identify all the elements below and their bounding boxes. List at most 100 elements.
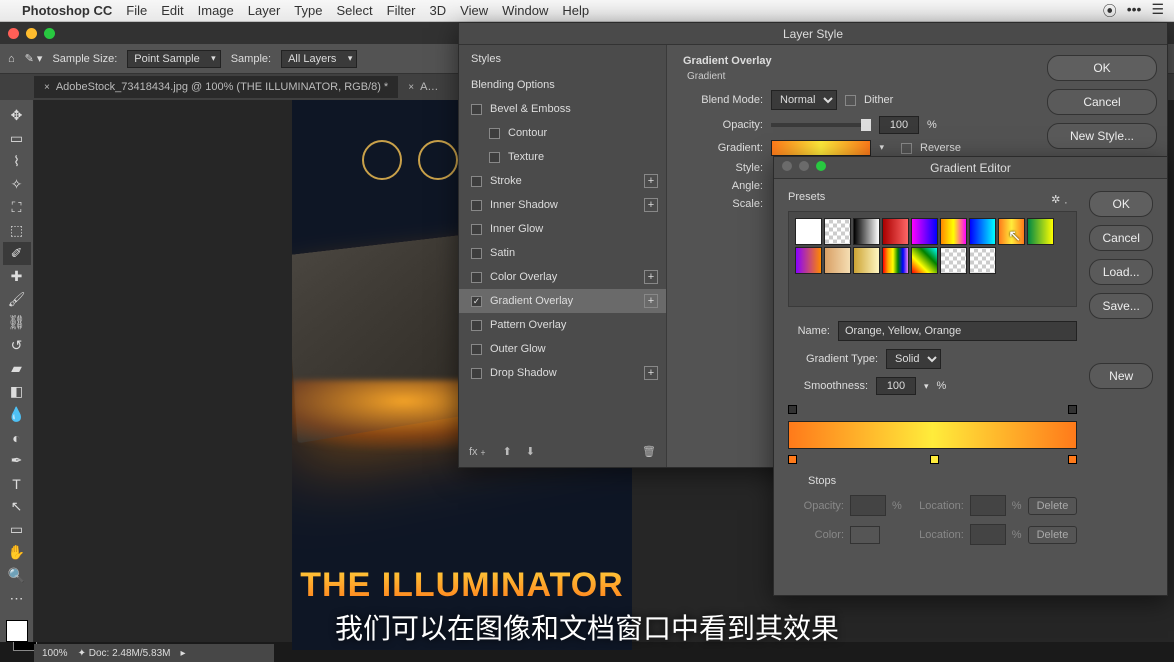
document-tab-active[interactable]: × AdobeStock_73418434.jpg @ 100% (THE IL… — [34, 76, 398, 98]
stop-color-swatch[interactable] — [850, 526, 880, 544]
effect-bevel[interactable]: Bevel & Emboss — [459, 97, 666, 121]
checkbox[interactable] — [471, 104, 482, 115]
checkbox[interactable] — [471, 320, 482, 331]
stop-opacity-input[interactable] — [850, 495, 886, 516]
eraser-tool-icon[interactable]: ▰ — [3, 357, 31, 380]
gradient-tool-icon[interactable]: ◧ — [3, 380, 31, 403]
healing-tool-icon[interactable]: ✚ — [3, 265, 31, 288]
opacity-input[interactable] — [879, 116, 919, 134]
menu-type[interactable]: Type — [294, 3, 322, 18]
list-icon[interactable]: ☰ — [1151, 1, 1164, 21]
preset-swatch[interactable] — [998, 218, 1025, 245]
marquee-tool-icon[interactable]: ▭ — [3, 127, 31, 150]
app-name[interactable]: Photoshop CC — [22, 3, 112, 18]
menu-window[interactable]: Window — [502, 3, 548, 18]
opacity-stop[interactable] — [788, 405, 797, 414]
record-icon[interactable]: ⦿ — [1103, 1, 1117, 21]
menu-file[interactable]: File — [126, 3, 147, 18]
minimize-icon[interactable] — [799, 161, 809, 171]
color-stop[interactable] — [930, 455, 939, 464]
pen-tool-icon[interactable]: ✒ — [3, 449, 31, 472]
close-tab-icon[interactable]: × — [44, 82, 50, 93]
history-brush-tool-icon[interactable]: ↺ — [3, 334, 31, 357]
zoom-tool-icon[interactable]: 🔍 — [3, 564, 31, 587]
cancel-button[interactable]: Cancel — [1089, 225, 1153, 251]
smoothness-input[interactable] — [876, 377, 916, 395]
menu-layer[interactable]: Layer — [248, 3, 281, 18]
add-icon[interactable]: + — [644, 174, 658, 188]
new-button[interactable]: New — [1089, 363, 1153, 389]
blend-mode-select[interactable]: Normal — [771, 90, 837, 110]
checkbox[interactable] — [471, 344, 482, 355]
load-button[interactable]: Load... — [1089, 259, 1153, 285]
preset-swatch[interactable] — [911, 247, 938, 274]
zoom-icon[interactable] — [816, 161, 826, 171]
minimize-window-icon[interactable] — [26, 28, 37, 39]
path-tool-icon[interactable]: ↖ — [3, 495, 31, 518]
dropdown-icon[interactable]: ▾ — [924, 381, 929, 392]
color-stop[interactable] — [788, 455, 797, 464]
checkbox[interactable] — [489, 128, 500, 139]
close-icon[interactable] — [782, 161, 792, 171]
crop-tool-icon[interactable]: ⛶ — [3, 196, 31, 219]
effect-stroke[interactable]: Stroke+ — [459, 169, 666, 193]
dodge-tool-icon[interactable]: ◐ — [3, 426, 31, 449]
lasso-tool-icon[interactable]: ⌇ — [3, 150, 31, 173]
preset-swatch[interactable] — [940, 218, 967, 245]
checkbox[interactable] — [471, 176, 482, 187]
zoom-window-icon[interactable] — [44, 28, 55, 39]
magic-wand-tool-icon[interactable]: ✧ — [3, 173, 31, 196]
preset-swatch[interactable] — [940, 247, 967, 274]
gradient-preview[interactable] — [771, 140, 871, 156]
effect-inner-shadow[interactable]: Inner Shadow+ — [459, 193, 666, 217]
reverse-checkbox[interactable] — [901, 143, 912, 154]
menu-view[interactable]: View — [460, 3, 488, 18]
new-style-button[interactable]: New Style... — [1047, 123, 1157, 149]
preset-swatch[interactable] — [853, 218, 880, 245]
checkbox[interactable] — [471, 248, 482, 259]
checkbox[interactable] — [471, 200, 482, 211]
effect-color-overlay[interactable]: Color Overlay+ — [459, 265, 666, 289]
checkbox[interactable] — [471, 272, 482, 283]
stamp-tool-icon[interactable]: ⛓ — [3, 311, 31, 334]
zoom-level[interactable]: 100% — [42, 648, 68, 659]
delete-stop-button[interactable]: Delete — [1028, 497, 1078, 515]
stop-location-input[interactable] — [970, 524, 1006, 545]
add-icon[interactable]: + — [644, 366, 658, 380]
save-button[interactable]: Save... — [1089, 293, 1153, 319]
menu-filter[interactable]: Filter — [387, 3, 416, 18]
home-icon[interactable]: ⌂ — [8, 53, 15, 65]
preset-swatch[interactable] — [824, 247, 851, 274]
opacity-stop[interactable] — [1068, 405, 1077, 414]
more-icon[interactable]: ••• — [1127, 1, 1142, 21]
preset-swatch[interactable] — [795, 218, 822, 245]
gear-icon[interactable]: ✲﹒ — [1051, 191, 1071, 207]
add-icon[interactable]: + — [644, 270, 658, 284]
shape-tool-icon[interactable]: ▭ — [3, 518, 31, 541]
preset-swatch[interactable] — [969, 218, 996, 245]
effect-satin[interactable]: Satin — [459, 241, 666, 265]
menu-image[interactable]: Image — [198, 3, 234, 18]
effect-inner-glow[interactable]: Inner Glow — [459, 217, 666, 241]
ok-button[interactable]: OK — [1047, 55, 1157, 81]
close-window-icon[interactable] — [8, 28, 19, 39]
sample-size-dropdown[interactable]: Point Sample — [127, 50, 220, 68]
gradient-bar[interactable] — [788, 421, 1077, 449]
preset-swatch[interactable] — [969, 247, 996, 274]
add-icon[interactable]: + — [644, 198, 658, 212]
preset-swatch[interactable] — [853, 247, 880, 274]
effect-contour[interactable]: Contour — [459, 121, 666, 145]
stop-location-input[interactable] — [970, 495, 1006, 516]
move-tool-icon[interactable]: ✥ — [3, 104, 31, 127]
effect-texture[interactable]: Texture — [459, 145, 666, 169]
up-arrow-icon[interactable]: ⬆ — [503, 445, 512, 458]
menu-edit[interactable]: Edit — [161, 3, 183, 18]
preset-swatch[interactable] — [911, 218, 938, 245]
styles-header[interactable]: Styles — [459, 45, 666, 73]
preset-swatch[interactable] — [1027, 218, 1054, 245]
sample-dropdown[interactable]: All Layers — [281, 50, 357, 68]
frame-tool-icon[interactable]: ⬚ — [3, 219, 31, 242]
brush-tool-icon[interactable]: 🖌 — [3, 288, 31, 311]
menu-help[interactable]: Help — [562, 3, 589, 18]
chevron-right-icon[interactable]: ▸ — [180, 648, 185, 659]
